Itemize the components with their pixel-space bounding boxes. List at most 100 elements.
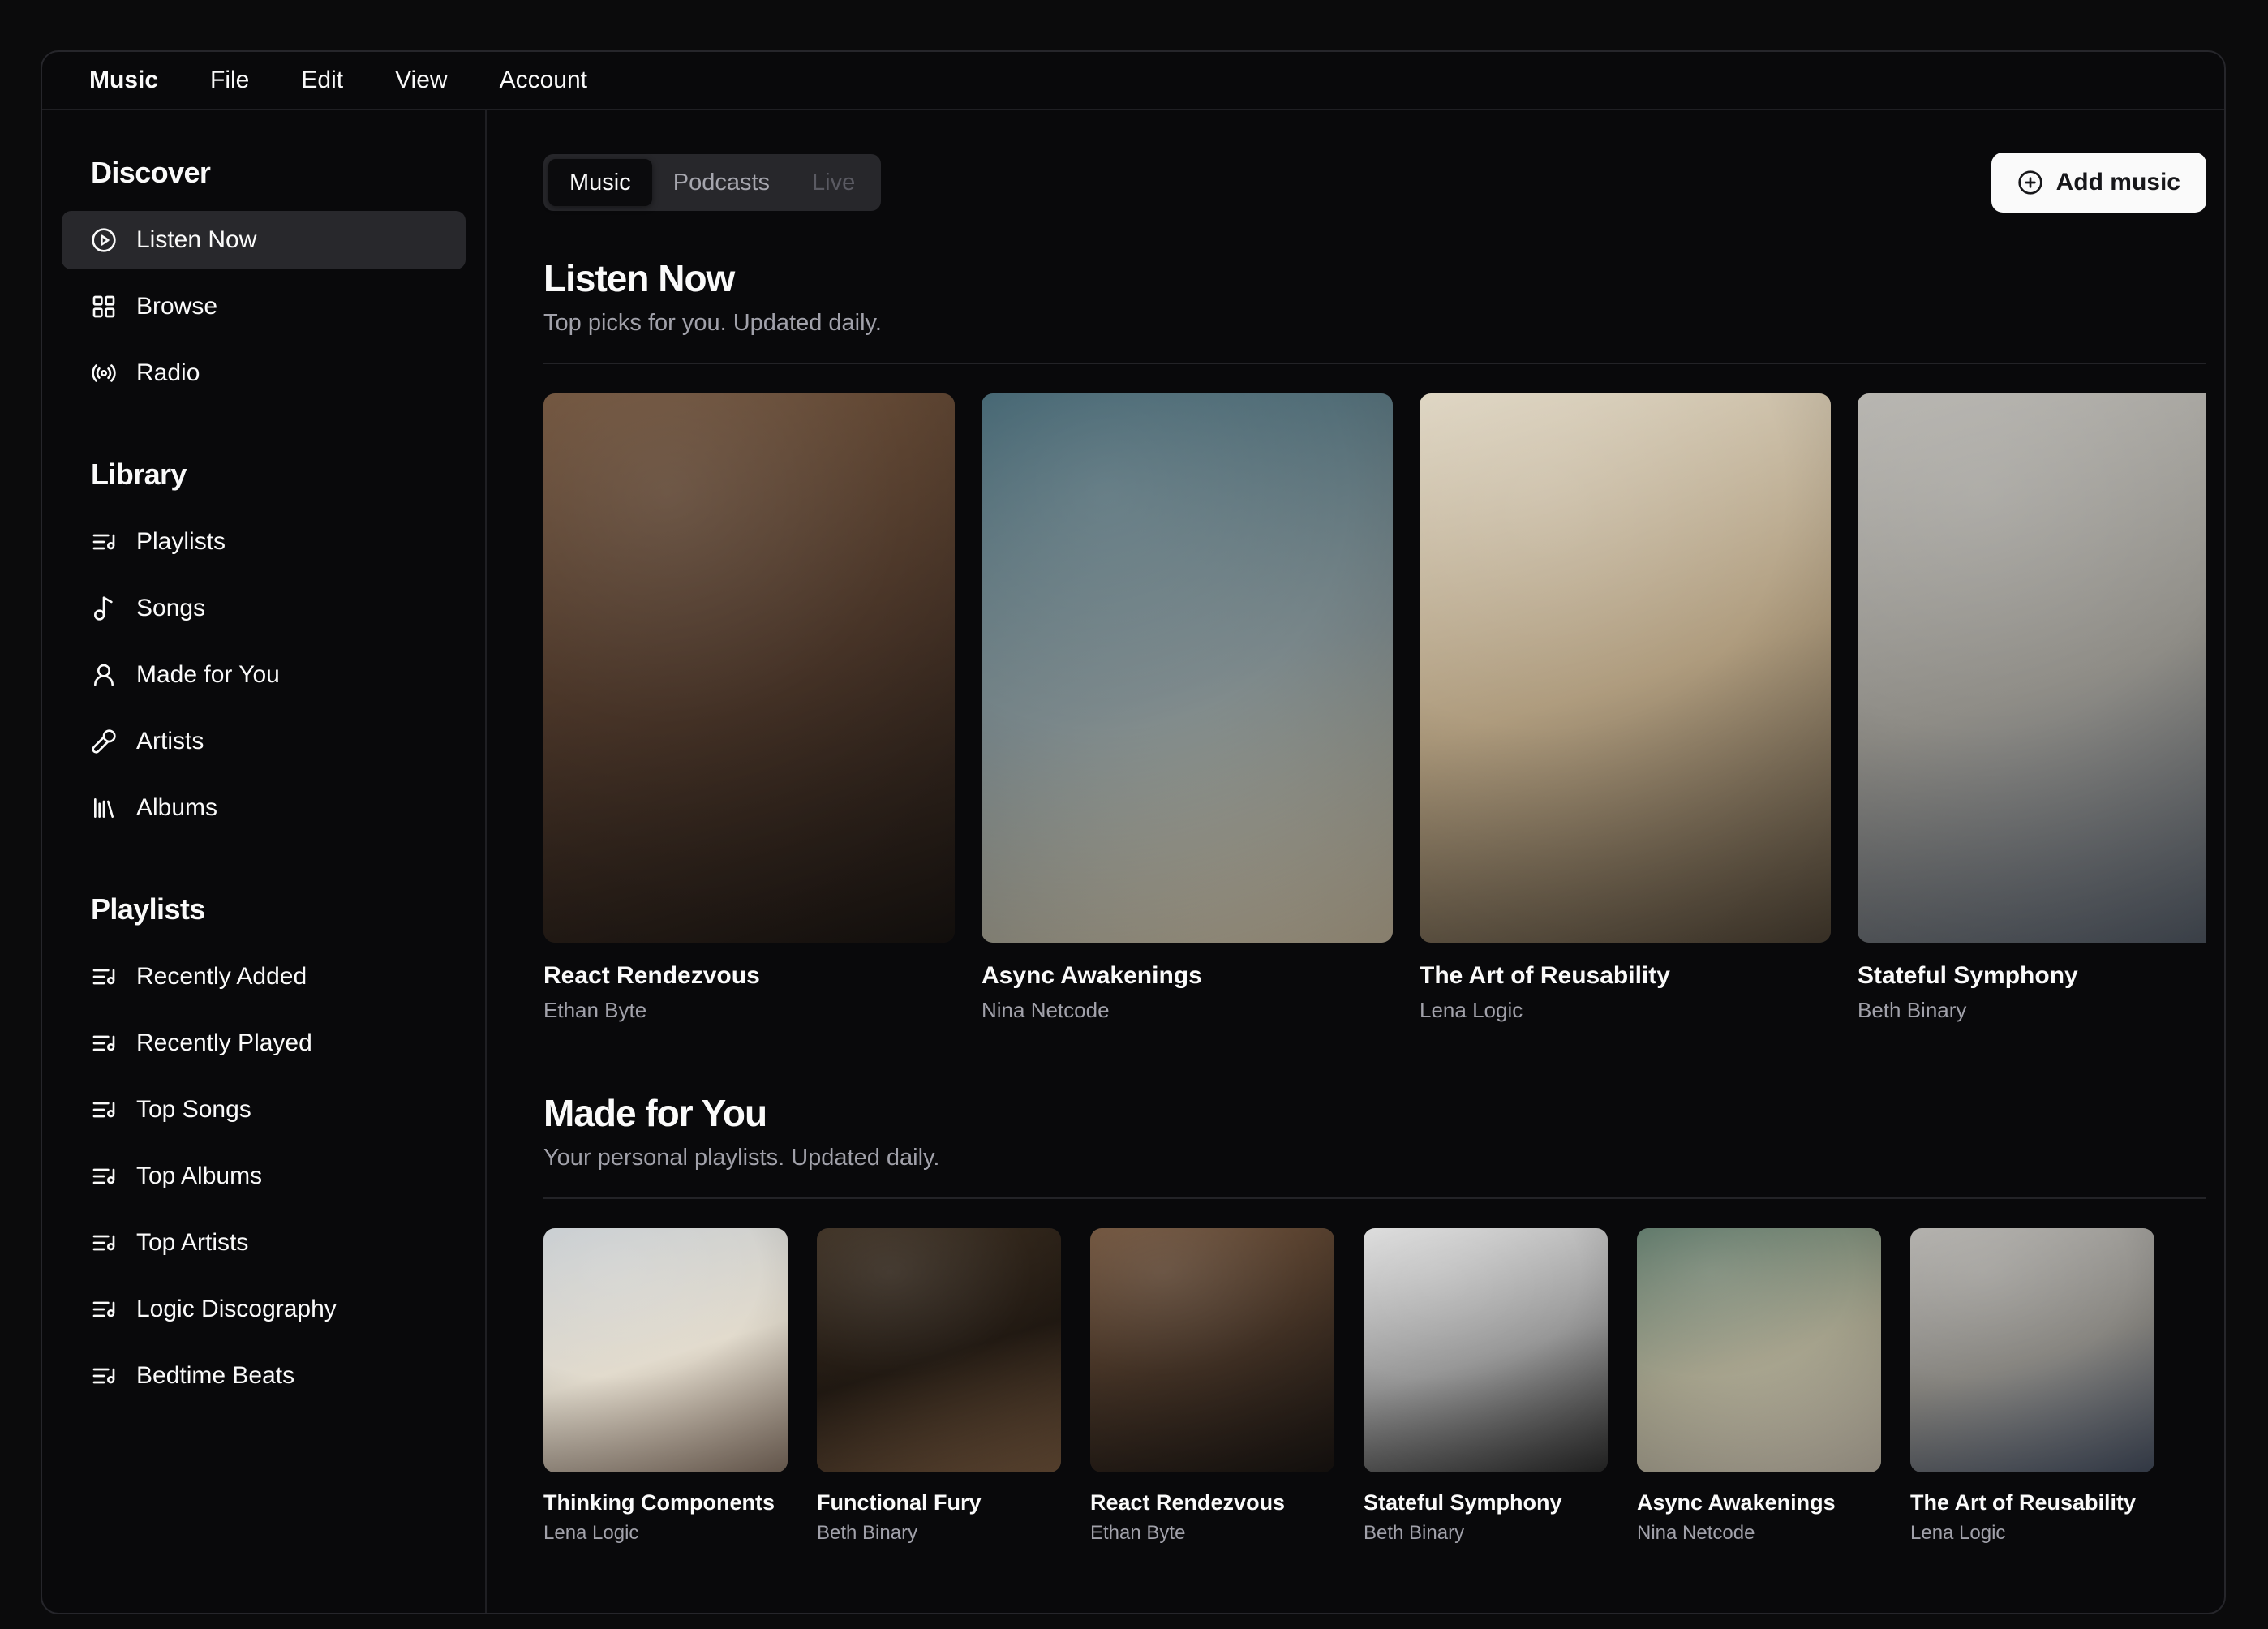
sidebar-item-songs[interactable]: Songs: [62, 579, 466, 638]
card-react-rendezvous[interactable]: React Rendezvous Ethan Byte: [543, 393, 955, 1023]
album-art: [1364, 1228, 1608, 1472]
sidebar-item-recently-added[interactable]: Recently Added: [62, 948, 466, 1006]
card-artist: Beth Binary: [817, 1522, 918, 1544]
sidebar-section-title: Playlists: [91, 892, 205, 926]
sidebar-item-top-artists[interactable]: Top Artists: [62, 1214, 466, 1272]
separator: [543, 363, 2206, 364]
sidebar-item-browse[interactable]: Browse: [62, 277, 466, 336]
album-art: [1090, 1228, 1334, 1472]
album-art: [1910, 1228, 2154, 1472]
music-note-icon: [91, 595, 117, 621]
radio-icon: [91, 360, 117, 386]
sidebar-item-artists[interactable]: Artists: [62, 712, 466, 771]
sidebar-section-title: Discover: [91, 156, 211, 189]
sidebar-item-label: Browse: [136, 293, 218, 320]
sidebar-item-playlists[interactable]: Playlists: [62, 513, 466, 571]
menubar-item-music[interactable]: Music: [63, 52, 184, 110]
album-art: [1858, 393, 2206, 943]
card-artist: Lena Logic: [543, 1522, 639, 1544]
sidebar-section-playlists: Playlists Recently Added Recently Played: [62, 892, 466, 1405]
tab-music[interactable]: Music: [548, 159, 652, 206]
card-title: Stateful Symphony: [1364, 1490, 1562, 1515]
card-title: Async Awakenings: [1637, 1490, 1836, 1515]
list-music-icon: [91, 1163, 117, 1189]
section-listen-now-header: Listen Now Top picks for you. Updated da…: [543, 256, 2206, 337]
section-subtitle: Top picks for you. Updated daily.: [543, 310, 882, 336]
menubar-item-view[interactable]: View: [369, 52, 473, 110]
card-title: React Rendezvous: [1090, 1490, 1286, 1515]
sidebar-item-bedtime-beats[interactable]: Bedtime Beats: [62, 1347, 466, 1405]
album-art: [543, 393, 955, 943]
plus-circle-icon: [2017, 170, 2043, 196]
card-title: Functional Fury: [817, 1490, 982, 1515]
sidebar-item-albums[interactable]: Albums: [62, 779, 466, 837]
section-title: Made for You: [543, 1092, 767, 1134]
content-header: Music Podcasts Live Add music: [543, 153, 2206, 213]
sidebar-section-library: Library Playlists Songs Made for You Art…: [62, 458, 466, 837]
tab-live: Live: [812, 169, 856, 196]
card-artist: Lena Logic: [1910, 1522, 2006, 1544]
card-artist: Beth Binary: [1364, 1522, 1465, 1544]
menubar: Music File Edit View Account: [42, 52, 2224, 110]
card-async-awakenings-small[interactable]: Async Awakenings Nina Netcode: [1637, 1228, 1881, 1545]
card-react-rendezvous-small[interactable]: React Rendezvous Ethan Byte: [1090, 1228, 1334, 1545]
list-music-icon: [91, 1230, 117, 1256]
card-stateful-symphony[interactable]: Stateful Symphony Beth Binary: [1858, 393, 2206, 1023]
section-made-for-you-header: Made for You Your personal playlists. Up…: [543, 1091, 2206, 1171]
card-title: The Art of Reusability: [1910, 1490, 2137, 1515]
card-async-awakenings[interactable]: Async Awakenings Nina Netcode: [982, 393, 1393, 1023]
sidebar-item-top-albums[interactable]: Top Albums: [62, 1147, 466, 1206]
menubar-item-account[interactable]: Account: [474, 52, 613, 110]
sidebar-section-title: Library: [91, 458, 187, 491]
sidebar-item-label: Recently Played: [136, 1029, 312, 1056]
sidebar-item-label: Made for You: [136, 661, 280, 688]
sidebar-item-radio[interactable]: Radio: [62, 344, 466, 402]
album-art: [543, 1228, 788, 1472]
sidebar-item-label: Playlists: [136, 528, 226, 555]
sidebar: Discover Listen Now Browse Radio Library…: [42, 110, 487, 1613]
album-art: [817, 1228, 1061, 1472]
card-artist: Ethan Byte: [543, 998, 647, 1022]
card-title: The Art of Reusability: [1420, 962, 1670, 989]
list-music-icon: [91, 1363, 117, 1389]
card-functional-fury[interactable]: Functional Fury Beth Binary: [817, 1228, 1061, 1545]
card-stateful-symphony-small[interactable]: Stateful Symphony Beth Binary: [1364, 1228, 1608, 1545]
add-music-button[interactable]: Add music: [1991, 153, 2206, 213]
sidebar-item-recently-played[interactable]: Recently Played: [62, 1014, 466, 1072]
card-art-of-reusability[interactable]: The Art of Reusability Lena Logic: [1420, 393, 1831, 1023]
section-subtitle: Your personal playlists. Updated daily.: [543, 1145, 940, 1171]
card-art-of-reusability-small[interactable]: The Art of Reusability Lena Logic: [1910, 1228, 2154, 1545]
made-for-you-card-row: Thinking Components Lena Logic Functiona…: [543, 1228, 2206, 1545]
separator: [543, 1197, 2206, 1199]
sidebar-item-label: Logic Discography: [136, 1296, 337, 1322]
sidebar-item-listen-now[interactable]: Listen Now: [62, 211, 466, 269]
menubar-item-edit[interactable]: Edit: [275, 52, 369, 110]
card-title: React Rendezvous: [543, 962, 760, 989]
card-thinking-components[interactable]: Thinking Components Lena Logic: [543, 1228, 788, 1545]
album-art: [1420, 393, 1831, 943]
sidebar-item-top-songs[interactable]: Top Songs: [62, 1081, 466, 1139]
play-circle-icon: [91, 227, 117, 253]
sidebar-item-label: Songs: [136, 595, 206, 621]
library-icon: [91, 795, 117, 821]
section-title: Listen Now: [543, 257, 735, 299]
layout-grid-icon: [91, 294, 117, 320]
sidebar-item-label: Top Artists: [136, 1229, 249, 1256]
menubar-item-file[interactable]: File: [184, 52, 275, 110]
card-artist: Nina Netcode: [1637, 1522, 1755, 1544]
card-title: Thinking Components: [543, 1490, 775, 1515]
listen-now-card-row: React Rendezvous Ethan Byte Async Awaken…: [543, 393, 2206, 1023]
tab-podcasts[interactable]: Podcasts: [652, 159, 791, 206]
sidebar-item-made-for-you[interactable]: Made for You: [62, 646, 466, 704]
sidebar-item-logic-discography[interactable]: Logic Discography: [62, 1280, 466, 1339]
app-window: Music File Edit View Account Discover Li…: [41, 50, 2226, 1614]
main-layout: Discover Listen Now Browse Radio Library…: [42, 110, 2224, 1613]
sidebar-item-label: Artists: [136, 728, 204, 754]
list-music-icon: [91, 1097, 117, 1123]
card-artist: Ethan Byte: [1090, 1522, 1186, 1544]
tabs-list: Music Podcasts Live: [543, 154, 882, 211]
sidebar-item-label: Albums: [136, 794, 218, 821]
album-art: [1637, 1228, 1881, 1472]
card-artist: Nina Netcode: [982, 998, 1110, 1022]
sidebar-item-label: Bedtime Beats: [136, 1362, 295, 1389]
